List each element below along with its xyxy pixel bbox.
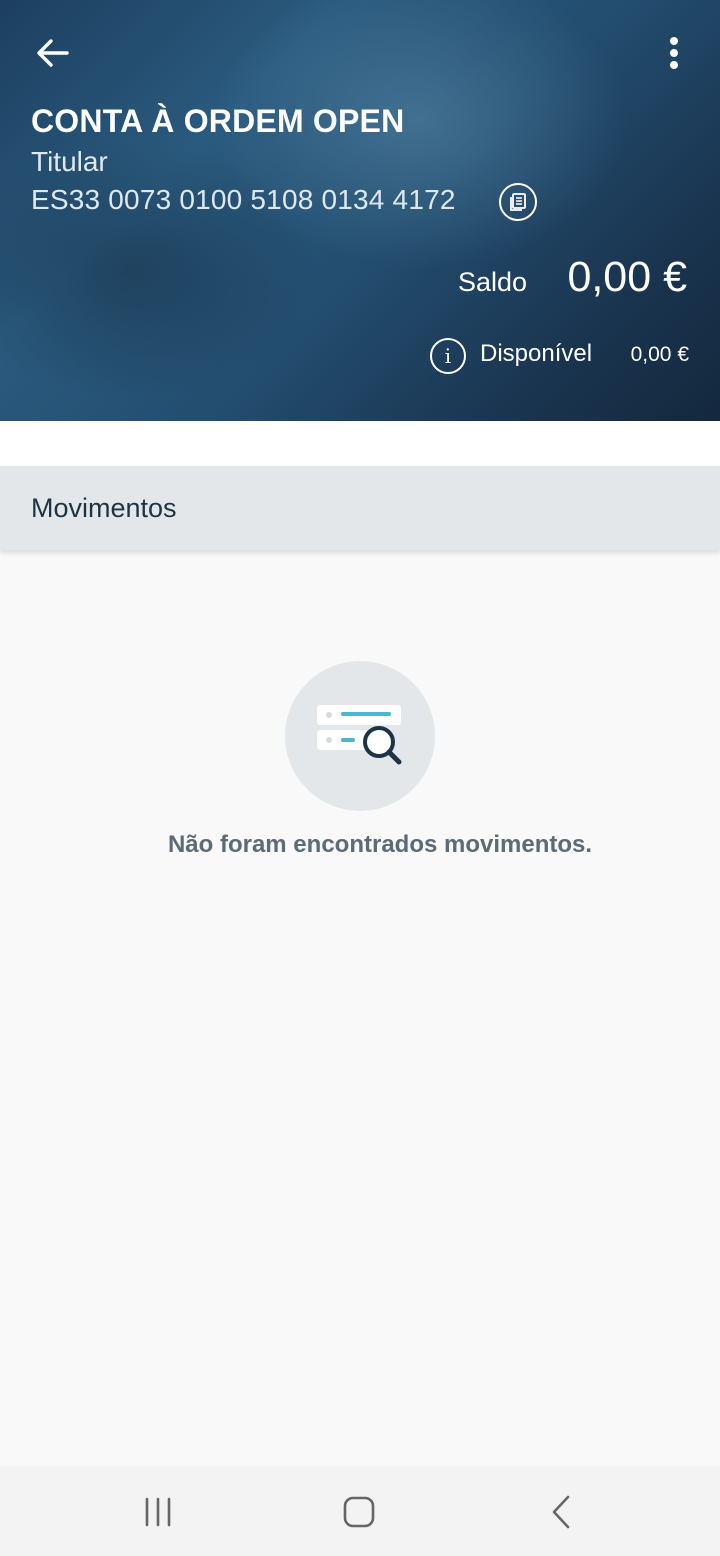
document-search-icon [317,705,402,765]
info-button[interactable]: i [430,338,466,374]
balance-value: 0,00 € [567,253,687,301]
recent-apps-icon [145,1497,171,1527]
empty-state-message: Não foram encontrados movimentos. [167,831,593,858]
copy-document-icon [510,193,526,211]
account-header: CONTA À ORDEM OPEN Titular ES33 0073 010… [0,0,720,421]
header-spacer [0,421,720,466]
system-navigation-bar [0,1466,720,1556]
account-iban: ES33 0073 0100 5108 0134 4172 [31,184,456,215]
more-options-button[interactable] [654,30,694,76]
movements-title: Movimentos [31,493,177,523]
info-icon: i [444,344,452,368]
header-background-shade [0,140,320,400]
empty-state-illustration [285,661,435,811]
arrow-left-icon [37,39,69,67]
home-button[interactable] [329,1486,389,1538]
back-button[interactable] [30,32,76,74]
copy-iban-button[interactable] [499,183,537,221]
home-icon [343,1496,375,1528]
movements-section-header: Movimentos [0,466,720,550]
more-vertical-icon [670,37,678,69]
back-icon [552,1495,570,1529]
account-holder-role: Titular [31,146,108,177]
balance-label: Saldo [458,267,528,297]
available-label: Disponível [480,340,593,367]
recent-apps-button[interactable] [128,1486,188,1538]
available-value: 0,00 € [630,343,689,366]
account-title: CONTA À ORDEM OPEN [31,103,405,139]
system-back-button[interactable] [531,1486,591,1538]
